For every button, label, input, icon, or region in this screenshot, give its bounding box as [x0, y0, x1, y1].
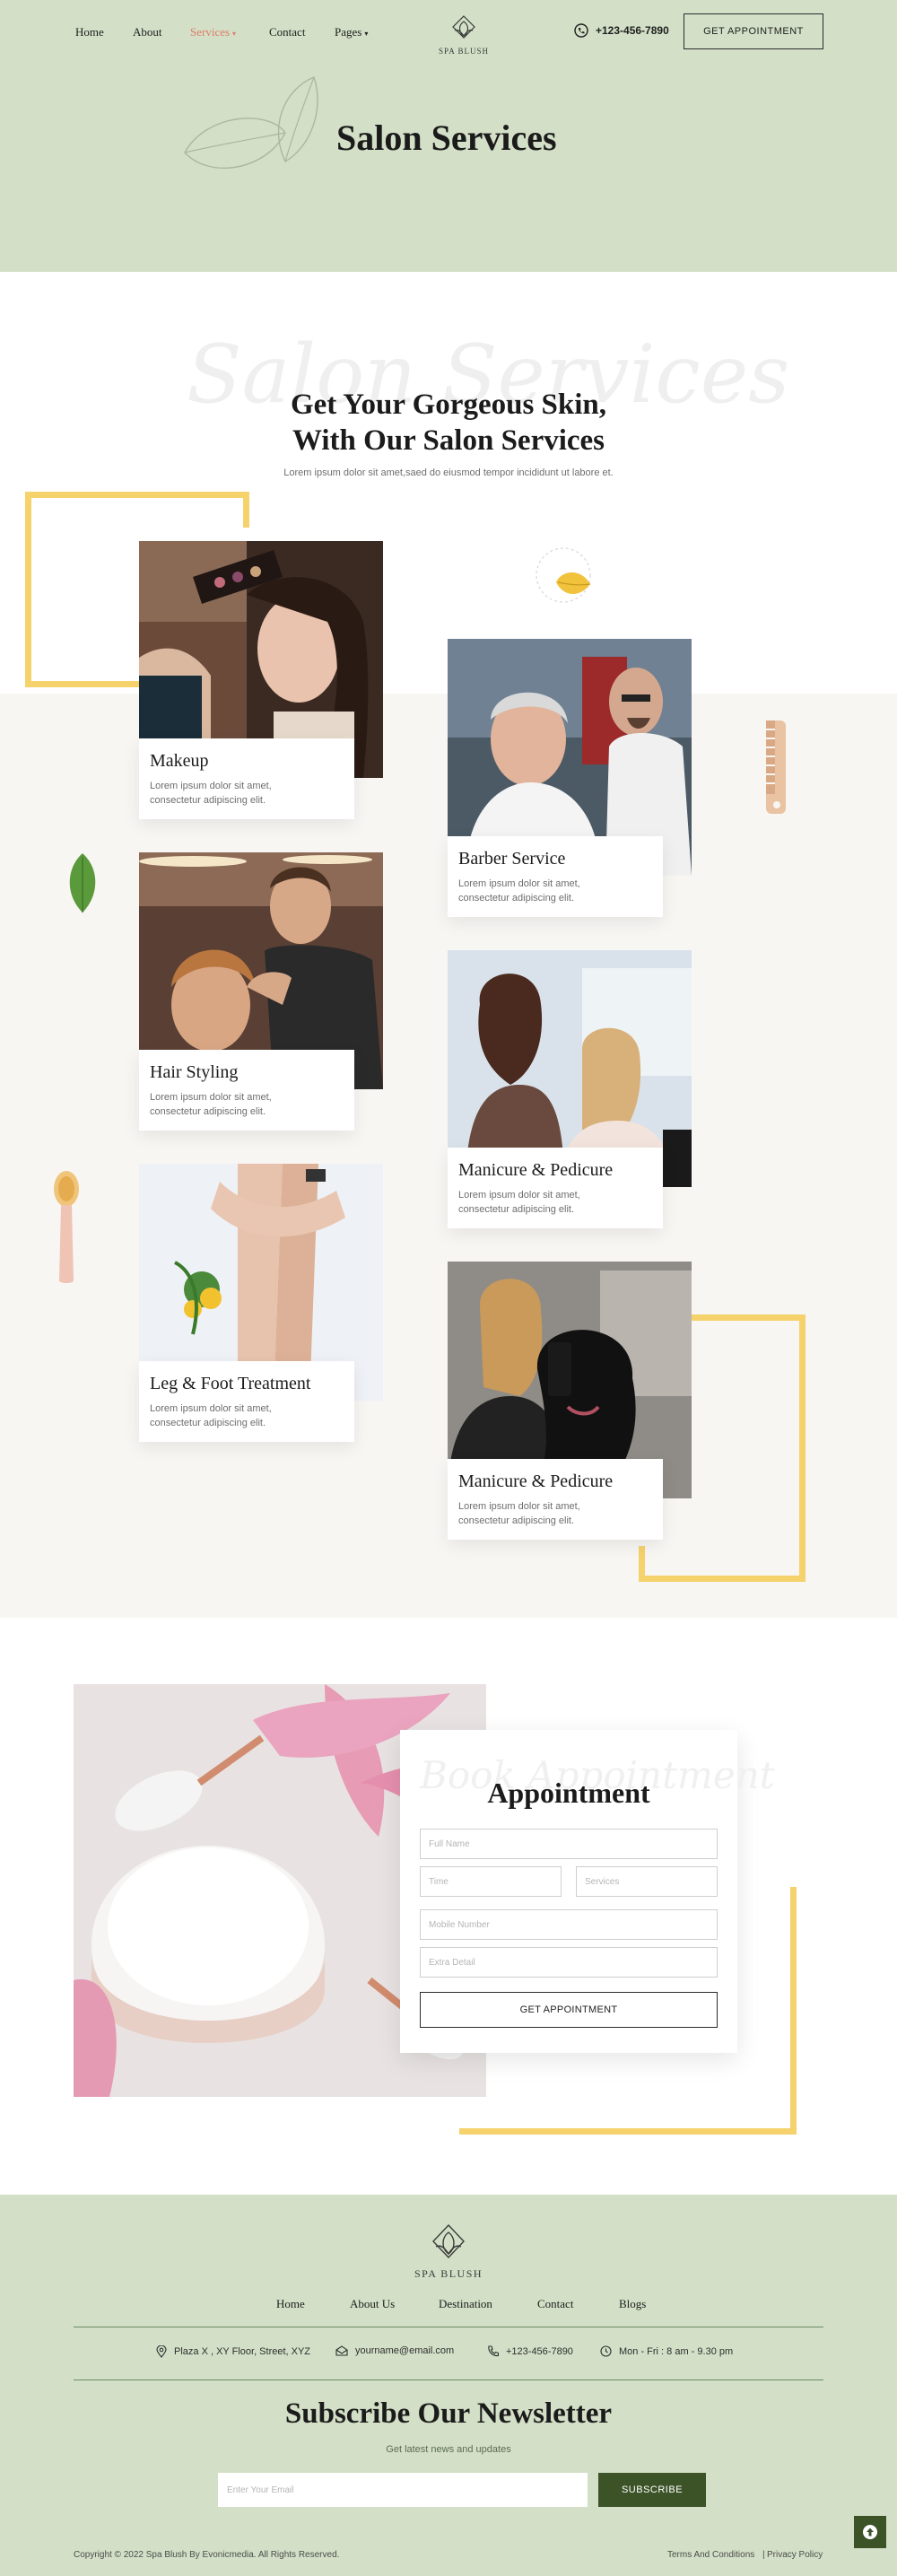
footer-nav-contact[interactable]: Contact	[537, 2297, 573, 2311]
time-input[interactable]	[420, 1866, 562, 1897]
service-card-body: Makeup Lorem ipsum dolor sit amet, conse…	[139, 738, 354, 819]
appointment-title: Appointment	[487, 1777, 650, 1809]
mail-icon	[335, 2345, 348, 2356]
footer-hours: Mon - Fri : 8 am - 9.30 pm	[600, 2345, 733, 2357]
phone-icon	[574, 23, 588, 38]
footer-nav-destination[interactable]: Destination	[439, 2297, 492, 2311]
logo-text: SPA BLUSH	[439, 47, 489, 56]
terms-link[interactable]: Terms And Conditions	[667, 2550, 754, 2560]
newsletter-title: Subscribe Our Newsletter	[284, 2397, 613, 2430]
service-title: Manicure & Pedicure	[458, 1160, 614, 1180]
main-nav: Home About Services ▾ Contact Pages ▾ SPA …	[0, 0, 897, 63]
copyright-text: Copyright © 2022 Spa Blush By Evonicmedi…	[74, 2550, 340, 2560]
footer-nav-blogs[interactable]: Blogs	[619, 2297, 646, 2311]
service-description: Lorem ipsum dolor sit amet, consectetur …	[150, 781, 272, 806]
service-description: Lorem ipsum dolor sit amet, consectetur …	[458, 1190, 580, 1215]
nav-about[interactable]: About	[133, 25, 162, 39]
appointment-section: Book Appointment Appointment GET APPOINT…	[0, 1618, 897, 2195]
footer-logo-text: SPA BLUSH	[414, 2267, 483, 2280]
services-subtitle: Lorem ipsum dolor sit amet,saed do eiusm…	[283, 467, 614, 478]
footer-nav-about[interactable]: About Us	[350, 2297, 395, 2311]
service-card-body: Barber Service Lorem ipsum dolor sit ame…	[448, 836, 663, 917]
scroll-to-top-button[interactable]	[854, 2516, 886, 2548]
get-appointment-button[interactable]: GET APPOINTMENT	[684, 13, 823, 49]
comb-icon	[766, 720, 786, 814]
footer-logo[interactable]: SPA BLUSH	[404, 2222, 493, 2281]
services-title-line2: With Our Salon Services	[292, 424, 605, 457]
decor-bracket-left-tip	[242, 492, 249, 528]
service-title: Leg & Foot Treatment	[150, 1374, 311, 1393]
service-description: Lorem ipsum dolor sit amet, consectetur …	[458, 1501, 580, 1526]
phone-text: +123-456-7890	[506, 2345, 573, 2357]
leaf-outline-icon	[184, 76, 318, 170]
footer-nav-home[interactable]: Home	[276, 2297, 305, 2311]
subscribe-button[interactable]: SUBSCRIBE	[598, 2473, 706, 2507]
nav-services-label: Services	[190, 25, 231, 39]
phone-icon	[488, 2345, 499, 2357]
clock-icon	[600, 2345, 612, 2357]
nav-pages-label: Pages	[335, 25, 362, 39]
submit-appointment-button[interactable]: GET APPOINTMENT	[420, 1992, 718, 2028]
footer-email[interactable]: yourname@email.com	[335, 2345, 454, 2356]
service-card-body: Hair Styling Lorem ipsum dolor sit amet,…	[139, 1050, 354, 1131]
footer-phone[interactable]: +123-456-7890	[487, 2345, 573, 2357]
hero-header: Home About Services ▾ Contact Pages ▾ SPA …	[0, 0, 897, 272]
email-text: yourname@email.com	[355, 2345, 455, 2356]
lotus-logo-icon	[432, 2223, 465, 2259]
full-name-input[interactable]	[420, 1829, 718, 1859]
newsletter-email-input[interactable]	[218, 2473, 588, 2507]
service-description: Lorem ipsum dolor sit amet, consectetur …	[150, 1092, 272, 1117]
service-title: Manicure & Pedicure	[458, 1471, 614, 1491]
extra-detail-input[interactable]	[420, 1947, 718, 1978]
hours-text: Mon - Fri : 8 am - 9.30 pm	[619, 2345, 734, 2357]
nav-services[interactable]: Services ▾	[190, 25, 236, 39]
privacy-link[interactable]: Privacy Policy	[767, 2550, 823, 2560]
services-title-line1: Get Your Gorgeous Skin,	[290, 389, 607, 421]
appointment-form: Book Appointment Appointment GET APPOINT…	[400, 1730, 775, 2053]
leaf-icon	[69, 853, 96, 913]
chevron-down-icon: ▾	[232, 30, 237, 38]
service-title: Makeup	[150, 751, 209, 771]
service-description: Lorem ipsum dolor sit amet, consectetur …	[150, 1403, 272, 1428]
services-section: Salon Services Get Your Gorgeous Skin, W…	[0, 272, 897, 1618]
location-icon	[156, 2345, 167, 2358]
brush-icon	[54, 1171, 79, 1283]
chevron-down-icon: ▾	[364, 30, 369, 38]
nav-home[interactable]: Home	[75, 25, 104, 39]
address-text: Plaza X , XY Floor, Street, XYZ	[174, 2346, 311, 2357]
mobile-number-input[interactable]	[420, 1909, 718, 1940]
service-card-body: Leg & Foot Treatment Lorem ipsum dolor s…	[139, 1361, 354, 1442]
service-title: Barber Service	[458, 849, 566, 869]
site-footer: SPA BLUSH Home About Us Destination Cont…	[0, 2195, 897, 2576]
header-phone[interactable]: +123-456-7890	[574, 23, 669, 38]
service-description: Lorem ipsum dolor sit amet, consectetur …	[458, 878, 580, 904]
service-card-body: Manicure & Pedicure Lorem ipsum dolor si…	[448, 1148, 663, 1228]
leaf-icon	[536, 547, 591, 603]
nav-contact[interactable]: Contact	[269, 25, 305, 39]
service-card-body: Manicure & Pedicure Lorem ipsum dolor si…	[448, 1459, 663, 1540]
services-input[interactable]	[576, 1866, 718, 1897]
lotus-logo-icon	[452, 15, 475, 39]
service-title: Hair Styling	[150, 1062, 239, 1082]
page-title: Salon Services	[336, 118, 557, 158]
footer-address: Plaza X , XY Floor, Street, XYZ	[156, 2345, 310, 2358]
newsletter-subtitle: Get latest news and updates	[386, 2444, 511, 2455]
site-logo[interactable]: SPA BLUSH	[435, 13, 492, 56]
arrow-up-icon	[863, 2525, 877, 2539]
legal-separator: |	[762, 2550, 765, 2560]
nav-pages[interactable]: Pages ▾	[335, 25, 368, 39]
decor-bracket-right-tip	[639, 1546, 646, 1582]
phone-number: +123-456-7890	[596, 24, 669, 37]
